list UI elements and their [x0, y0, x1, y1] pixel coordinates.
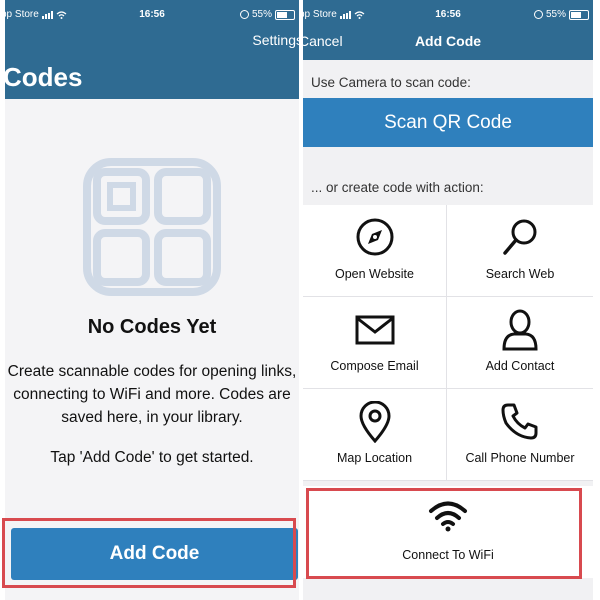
codes-header: Settings Codes	[5, 30, 299, 99]
action-label: Compose Email	[330, 359, 419, 373]
camera-section-label: Use Camera to scan code:	[311, 75, 471, 90]
add-code-navbar: Cancel Add Code	[303, 30, 593, 60]
battery-icon	[569, 9, 589, 20]
highlight-frame-wifi	[306, 488, 582, 579]
status-bar: pp Store 16:56 55%	[303, 0, 593, 30]
action-map-location[interactable]: Map Location	[303, 389, 447, 481]
envelope-icon	[355, 315, 394, 345]
compass-icon	[356, 218, 393, 256]
orientation-lock-icon	[239, 10, 249, 19]
battery-percent: 55%	[545, 9, 566, 20]
settings-button[interactable]: Settings	[252, 32, 299, 48]
empty-state-title: No Codes Yet	[87, 316, 217, 338]
action-open-website[interactable]: Open Website	[303, 205, 447, 297]
grid-squares-icon	[83, 158, 221, 296]
action-search-web[interactable]: Search Web	[447, 205, 593, 297]
battery-percent: 55%	[251, 9, 272, 20]
phone-icon	[501, 403, 538, 440]
battery-icon	[275, 9, 295, 20]
action-label: Search Web	[485, 267, 555, 281]
action-section-label: ... or create code with action:	[311, 180, 484, 195]
action-add-contact[interactable]: Add Contact	[447, 297, 593, 389]
page-title: Add Code	[414, 33, 482, 49]
status-bar: pp Store 16:56 55%	[5, 0, 299, 30]
empty-state-description: Create scannable codes for opening links…	[7, 363, 297, 426]
scan-qr-code-button[interactable]: Scan QR Code	[303, 98, 593, 147]
map-pin-icon	[358, 401, 391, 443]
add-code-screen: pp Store 16:56 55% Cancel Add Code Use C…	[303, 0, 593, 600]
magnifier-icon	[503, 219, 537, 255]
action-call-phone-number[interactable]: Call Phone Number	[447, 389, 593, 481]
empty-state-hint: Tap 'Add Code' to get started.	[50, 449, 254, 466]
page-title: Codes	[5, 62, 83, 92]
highlight-frame-add-code	[2, 518, 296, 588]
person-icon	[502, 309, 538, 351]
action-label: Open Website	[335, 267, 414, 281]
codes-screen: pp Store 16:56 55% Settings Codes No Cod…	[5, 0, 299, 600]
action-compose-email[interactable]: Compose Email	[303, 297, 447, 389]
action-label: Map Location	[336, 451, 413, 465]
action-label: Add Contact	[485, 359, 555, 373]
orientation-lock-icon	[533, 10, 543, 19]
action-label: Call Phone Number	[465, 451, 575, 465]
